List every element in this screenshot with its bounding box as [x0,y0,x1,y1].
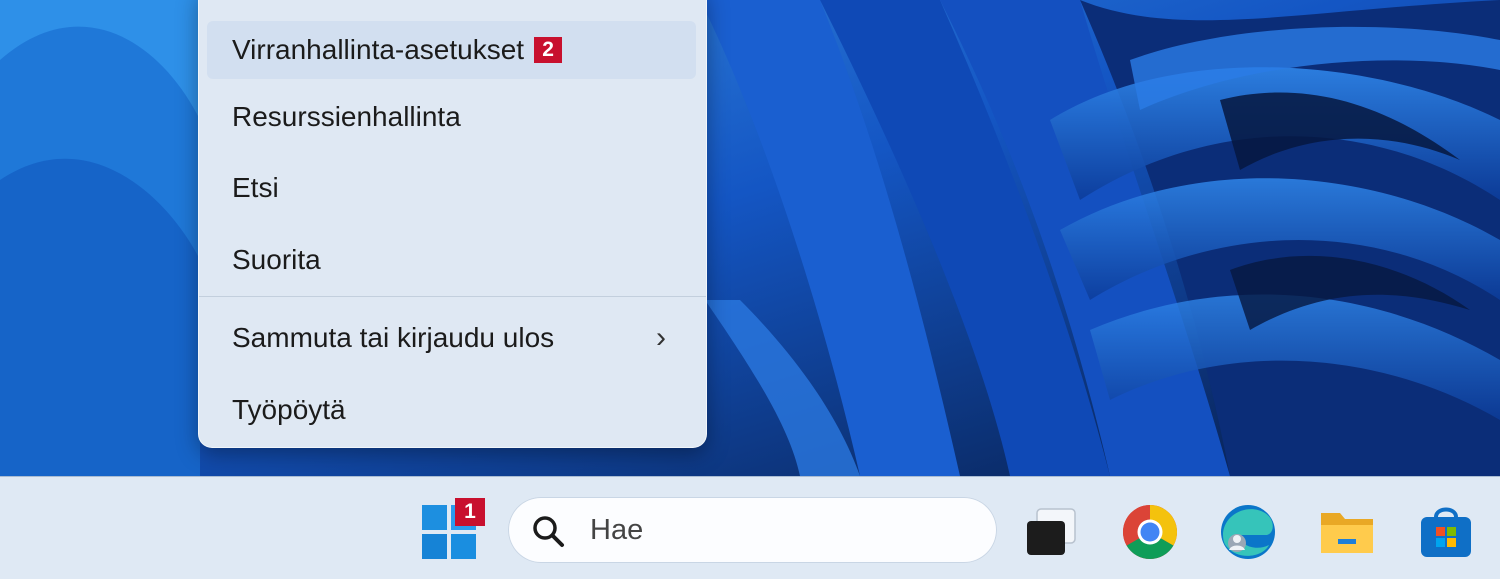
menu-item-run[interactable]: Suorita [207,231,696,289]
menu-item-desktop[interactable]: Työpöytä [207,381,696,439]
context-menu: Virranhallinta-asetukset 2 Resurssienhal… [198,0,707,448]
step-badge: 2 [534,37,563,63]
windows-logo-tile [422,534,447,559]
search-box[interactable]: Hae [508,497,997,563]
menu-item-label: Työpöytä [232,394,346,425]
menu-item-file-explorer[interactable]: Resurssienhallinta [207,88,696,146]
file-explorer-icon[interactable] [1318,503,1376,561]
menu-item-label: Virranhallinta-asetukset [232,34,525,65]
chevron-right-icon: › [656,321,666,354]
menu-separator [199,296,706,297]
windows-logo-tile [451,534,476,559]
store-icon[interactable] [1417,503,1475,561]
menu-item-power-options[interactable]: Virranhallinta-asetukset 2 [207,21,696,79]
menu-item-label: Etsi [232,172,279,203]
step-badge: 1 [455,498,485,526]
search-input[interactable]: Hae [590,514,643,547]
taskbar: 1 Hae [0,476,1500,579]
menu-item-label: Sammuta tai kirjaudu ulos [232,322,555,353]
menu-item-label: Suorita [232,244,321,275]
search-icon [533,516,564,547]
menu-item-shutdown-signout[interactable]: Sammuta tai kirjaudu ulos › [207,309,696,367]
windows-logo-icon [422,505,447,530]
task-view-icon[interactable] [1023,503,1081,561]
chrome-icon[interactable] [1121,503,1179,561]
edge-icon[interactable] [1219,503,1277,561]
menu-item-search[interactable]: Etsi [207,159,696,217]
menu-item-label: Resurssienhallinta [232,101,461,132]
